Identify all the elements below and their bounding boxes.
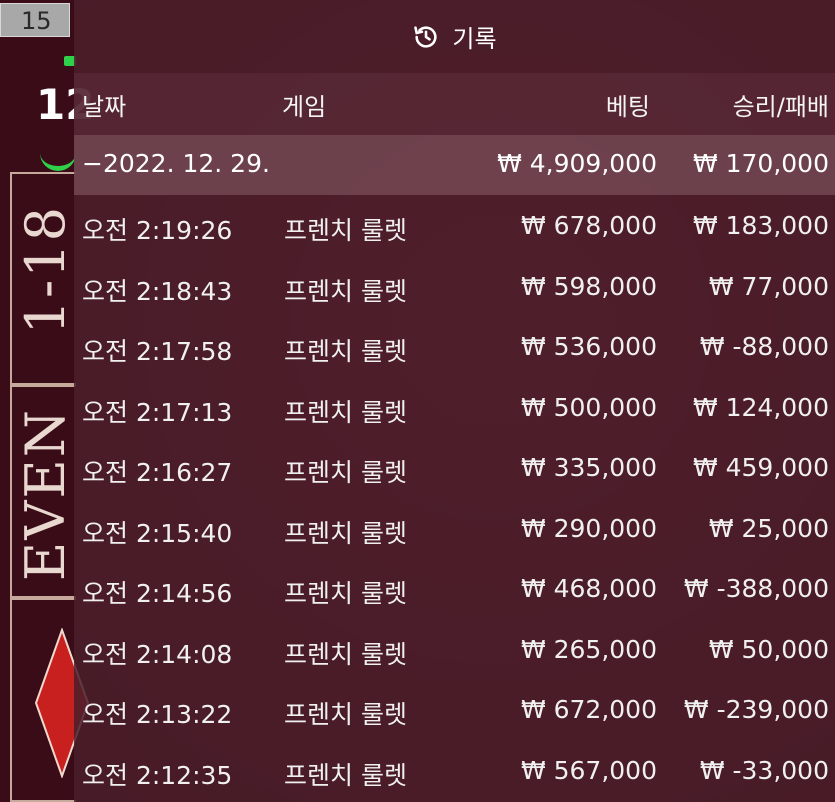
- group-total-bet: ₩ 4,909,000: [497, 149, 657, 178]
- row-game: 프렌치 룰렛: [284, 700, 407, 729]
- row-time: 오전 2:14:08: [82, 639, 233, 669]
- row-result: ₩ -33,000: [699, 755, 829, 785]
- row-time: 오전 2:13:22: [82, 700, 233, 729]
- row-result: ₩ 25,000: [708, 513, 829, 543]
- row-time: 오전 2:18:43: [82, 276, 233, 306]
- row-result: ₩ 459,000: [692, 453, 829, 482]
- row-result: ₩ 50,000: [708, 634, 829, 664]
- row-bet: ₩ 500,000: [520, 392, 657, 422]
- row-bet: ₩ 335,000: [520, 453, 657, 482]
- row-result: ₩ 124,000: [692, 392, 829, 422]
- row-time: 오전 2:15:40: [82, 518, 233, 548]
- history-row[interactable]: 오전 2:12:35 프렌치 룰렛 ₩ 567,000 ₩ -33,000: [74, 740, 835, 801]
- corner-number-badge: 15: [0, 3, 70, 37]
- history-icon: [414, 25, 438, 48]
- history-row[interactable]: 오전 2:17:13 프렌치 룰렛 ₩ 500,000 ₩ 124,000: [74, 377, 835, 438]
- row-game: 프렌치 룰렛: [284, 518, 407, 548]
- history-title: 기록: [452, 25, 497, 53]
- history-row[interactable]: 오전 2:16:27 프렌치 룰렛 ₩ 335,000 ₩ 459,000: [74, 437, 835, 498]
- row-bet: ₩ 536,000: [520, 332, 657, 361]
- row-result: ₩ -388,000: [683, 574, 829, 603]
- row-result: ₩ -239,000: [683, 695, 829, 724]
- date-group-row[interactable]: −2022. 12. 29. ₩ 4,909,000 ₩ 170,000: [74, 135, 835, 195]
- row-game: 프렌치 룰렛: [284, 579, 407, 608]
- column-header-date: 날짜: [82, 93, 127, 121]
- row-time: 오전 2:12:35: [82, 760, 233, 790]
- history-row[interactable]: 오전 2:13:22 프렌치 룰렛 ₩ 672,000 ₩ -239,000: [74, 679, 835, 740]
- history-panel: 기록 날짜 게임 베팅 승리/패배 −2022. 12. 29. ₩ 4,909…: [74, 0, 835, 802]
- row-time: 오전 2:14:56: [82, 579, 233, 608]
- bet-label-low: 1-18: [14, 205, 77, 335]
- row-bet: ₩ 265,000: [520, 634, 657, 664]
- row-game: 프렌치 룰렛: [284, 337, 407, 366]
- group-total-result: ₩ 170,000: [692, 149, 829, 178]
- column-header-row: 날짜 게임 베팅 승리/패배: [74, 73, 835, 135]
- history-row[interactable]: 오전 2:15:40 프렌치 룰렛 ₩ 290,000 ₩ 25,000: [74, 498, 835, 559]
- row-bet: ₩ 678,000: [520, 211, 657, 240]
- row-bet: ₩ 468,000: [520, 574, 657, 603]
- bet-label-even: EVEN: [14, 408, 77, 582]
- history-row[interactable]: 오전 2:17:58 프렌치 룰렛 ₩ 536,000 ₩ -88,000: [74, 316, 835, 377]
- history-row[interactable]: 오전 2:14:08 프렌치 룰렛 ₩ 265,000 ₩ 50,000: [74, 619, 835, 680]
- history-row[interactable]: 오전 2:19:26 프렌치 룰렛 ₩ 678,000 ₩ 183,000: [74, 195, 835, 256]
- row-game: 프렌치 룰렛: [284, 760, 407, 790]
- row-game: 프렌치 룰렛: [284, 639, 407, 669]
- row-bet: ₩ 672,000: [520, 695, 657, 724]
- column-header-result: 승리/패배: [732, 93, 829, 121]
- row-game: 프렌치 룰렛: [284, 276, 407, 306]
- row-bet: ₩ 290,000: [520, 513, 657, 543]
- row-result: ₩ -88,000: [699, 332, 829, 361]
- row-bet: ₩ 598,000: [520, 271, 657, 301]
- row-game: 프렌치 룰렛: [284, 458, 407, 487]
- row-time: 오전 2:17:13: [82, 397, 233, 427]
- row-time: 오전 2:16:27: [82, 458, 233, 487]
- row-result: ₩ 183,000: [692, 211, 829, 240]
- row-game: 프렌치 룰렛: [284, 397, 407, 427]
- history-header: 기록: [74, 0, 835, 73]
- row-time: 오전 2:19:26: [82, 216, 233, 245]
- row-game: 프렌치 룰렛: [284, 216, 407, 245]
- history-row[interactable]: 오전 2:18:43 프렌치 룰렛 ₩ 598,000 ₩ 77,000: [74, 256, 835, 317]
- row-time: 오전 2:17:58: [82, 337, 233, 366]
- group-date: −2022. 12. 29.: [82, 149, 270, 178]
- row-bet: ₩ 567,000: [520, 755, 657, 785]
- column-header-game: 게임: [282, 93, 327, 121]
- row-result: ₩ 77,000: [708, 271, 829, 301]
- column-header-bet: 베팅: [605, 93, 650, 121]
- history-row[interactable]: 오전 2:14:56 프렌치 룰렛 ₩ 468,000 ₩ -388,000: [74, 558, 835, 619]
